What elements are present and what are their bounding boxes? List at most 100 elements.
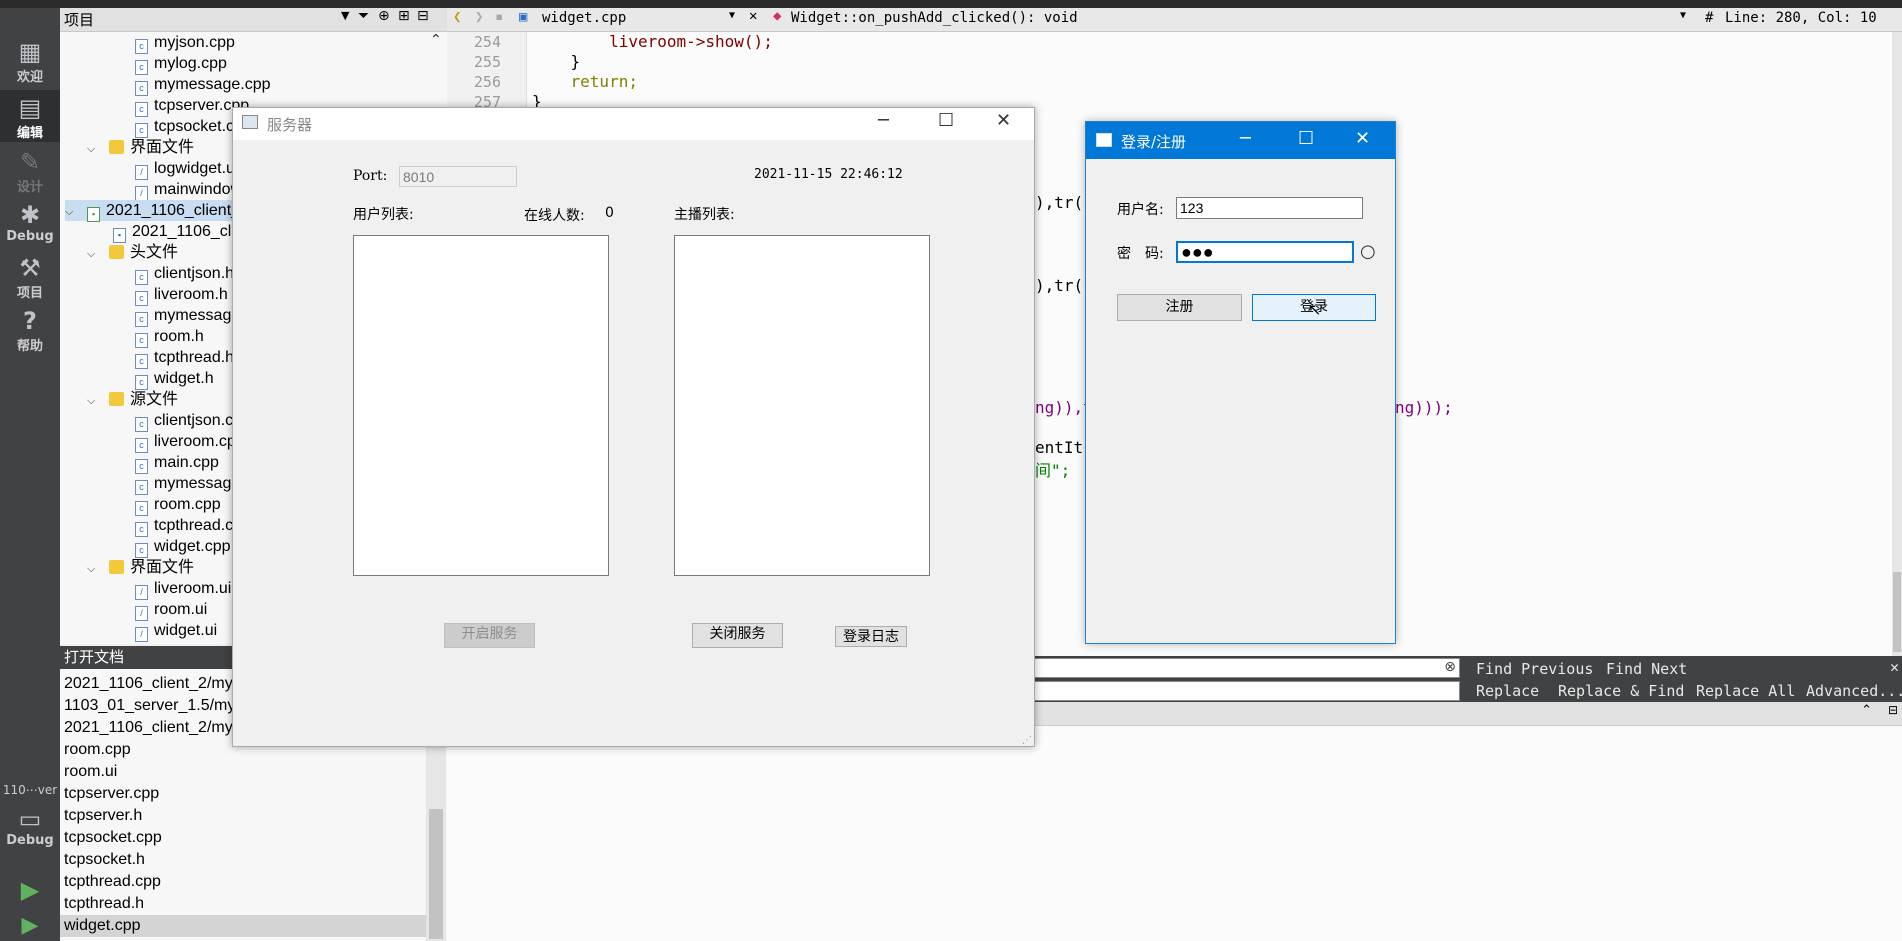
port-input[interactable]: 8010 [399, 166, 517, 187]
anchors-list[interactable] [674, 235, 930, 576]
replace-input[interactable] [1032, 681, 1460, 701]
tree-item[interactable]: c clientjson.h [135, 263, 234, 285]
function-dropdown-icon[interactable]: ▼ [1680, 10, 1686, 21]
tree-folder[interactable]: ⌵ 界面文件 [87, 137, 194, 158]
debug-run-button[interactable]: ▶ [0, 913, 60, 941]
close-file-icon[interactable]: ✕ [749, 8, 757, 24]
close-icon[interactable]: ✕ [996, 110, 1011, 131]
tree-item[interactable]: c mylog.cpp [135, 53, 227, 75]
find-previous-button[interactable]: Find Previous [1476, 660, 1593, 678]
username-input[interactable]: 123 [1176, 197, 1363, 219]
header-file-icon: c [135, 291, 148, 306]
close-find-icon[interactable]: ✕ [1890, 658, 1899, 676]
maximize-pane-icon[interactable]: ⊟ [1888, 703, 1898, 717]
document-icon: ▤ [18, 94, 42, 122]
maximize-icon[interactable]: ☐ [1298, 128, 1314, 149]
kit-selector[interactable]: ▭ Debug [0, 805, 60, 857]
advanced-button[interactable]: Advanced... [1806, 682, 1902, 700]
resize-grip-icon[interactable]: ⋰ [1022, 735, 1032, 746]
tree-item[interactable]: c main.cpp [135, 452, 219, 474]
line-number: 254 [473, 33, 501, 51]
tree-item[interactable]: c widget.cpp [135, 536, 231, 558]
tree-item[interactable]: c tcpthread.h [135, 347, 234, 369]
scroll-up-icon[interactable]: ⌃ [430, 32, 442, 48]
ui-file-icon: / [135, 627, 148, 642]
help-icon: ? [23, 307, 37, 335]
mode-projects[interactable]: ⚒ 项目 [0, 254, 60, 302]
start-service-button[interactable]: 开启服务 [444, 623, 535, 648]
scrollbar-thumb[interactable] [1893, 572, 1901, 652]
tree-item[interactable]: / room.ui [135, 599, 207, 621]
tree-item[interactable]: c mymessage.cpp [135, 74, 271, 96]
tree-folder[interactable]: ⌵ 界面文件 [87, 557, 194, 578]
open-doc-item[interactable]: tcpthread.h [64, 893, 144, 915]
mode-debug[interactable]: ✱ Debug [0, 201, 60, 249]
chevron-up-icon[interactable]: ⌃ [1861, 703, 1872, 718]
file-tab[interactable]: widget.cpp [542, 10, 626, 26]
open-doc-item[interactable]: tcpthread.cpp [64, 871, 161, 893]
open-doc-item[interactable]: 1103_01_server_1.5/my [64, 695, 235, 717]
file-dropdown-icon[interactable]: ▼ [729, 10, 735, 21]
open-doc-item[interactable]: tcpsocket.cpp [64, 827, 162, 849]
tree-item[interactable]: c liveroom.cpp [135, 431, 245, 453]
split-icon[interactable]: ⊞ [398, 8, 410, 24]
login-titlebar: 登录/注册 ─ ☐ ✕ [1086, 122, 1395, 159]
users-list[interactable] [353, 235, 609, 576]
tree-item[interactable]: / liveroom.ui [135, 578, 231, 600]
tree-item[interactable]: c myjson.cpp [135, 32, 235, 54]
link-icon[interactable]: ⊕ [378, 8, 390, 24]
minimize-icon[interactable]: ─ [1240, 128, 1251, 149]
open-doc-item[interactable]: widget.cpp [60, 915, 426, 937]
tree-folder[interactable]: ⌵ 源文件 [87, 389, 178, 410]
code-line: liveroom->show(); [532, 32, 773, 51]
login-window: 登录/注册 ─ ☐ ✕ 用户名: 123 密 码: ●●● ○ 注册 登录 ↖ [1085, 121, 1396, 644]
replace-button[interactable]: Replace [1476, 682, 1539, 700]
cpp-file-icon: c [135, 102, 148, 117]
login-log-button[interactable]: 登录日志 [835, 626, 907, 647]
register-button[interactable]: 注册 [1117, 294, 1242, 321]
replace-find-button[interactable]: Replace & Find [1558, 682, 1684, 700]
nav-back-icon[interactable]: ❮ [453, 9, 461, 25]
mode-design[interactable]: ✎ 设计 [0, 148, 60, 196]
show-password-icon[interactable]: ○ [1360, 241, 1376, 262]
stop-service-button[interactable]: 关闭服务 [692, 623, 783, 648]
editor-scrollbar[interactable] [1892, 32, 1902, 656]
open-doc-item[interactable]: tcpsocket.h [64, 849, 145, 871]
app-icon [1096, 133, 1112, 147]
password-input[interactable]: ●●● [1176, 241, 1354, 263]
nav-forward-icon[interactable]: ❯ [475, 9, 483, 25]
code-line: } [532, 52, 581, 71]
open-doc-item[interactable]: tcpserver.cpp [64, 783, 159, 805]
window-title: 服务器 [267, 116, 313, 134]
find-next-button[interactable]: Find Next [1606, 660, 1687, 678]
filter-icon[interactable]: ⏷ [358, 8, 369, 24]
tree-item[interactable]: c liveroom.h [135, 284, 228, 306]
tree-item[interactable]: / logwidget.ui [135, 158, 239, 180]
mode-help[interactable]: ? 帮助 [0, 307, 60, 355]
function-selector[interactable]: Widget::on_pushAdd_clicked(): void [791, 10, 1078, 26]
scrollbar-thumb[interactable] [429, 809, 443, 939]
replace-all-button[interactable]: Replace All [1696, 682, 1795, 700]
mouse-cursor-icon: ↖ [1308, 300, 1322, 319]
tree-item[interactable]: / widget.ui [135, 620, 217, 642]
mode-edit[interactable]: ▤ 编辑 [0, 90, 60, 142]
minimize-icon[interactable]: ─ [878, 110, 889, 131]
tree-item[interactable]: c widget.h [135, 368, 214, 390]
chevron-down-icon: ⌵ [87, 143, 96, 155]
mode-welcome[interactable]: ▦ 欢迎 [0, 38, 60, 86]
view-dropdown-icon[interactable]: ▼ [341, 9, 349, 22]
tree-item[interactable]: c room.cpp [135, 494, 221, 516]
find-input[interactable]: ⊗ [1032, 658, 1460, 678]
run-button[interactable]: ▶ [0, 876, 60, 906]
close-icon[interactable]: ✕ [1355, 128, 1370, 149]
maximize-icon[interactable]: ☐ [938, 110, 954, 131]
tree-folder[interactable]: ⌵ 头文件 [87, 242, 178, 263]
clear-icon[interactable]: ⊗ [1444, 659, 1456, 675]
open-doc-item[interactable]: room.cpp [64, 739, 131, 761]
open-doc-item[interactable]: 2021_1106_client_2/my [64, 673, 233, 695]
tree-item[interactable]: c room.h [135, 326, 204, 348]
open-doc-item[interactable]: room.ui [64, 761, 117, 783]
close-panel-icon[interactable]: ⊟ [417, 8, 429, 24]
open-doc-item[interactable]: tcpserver.h [64, 805, 142, 827]
open-doc-item[interactable]: 2021_1106_client_2/my [64, 717, 233, 739]
